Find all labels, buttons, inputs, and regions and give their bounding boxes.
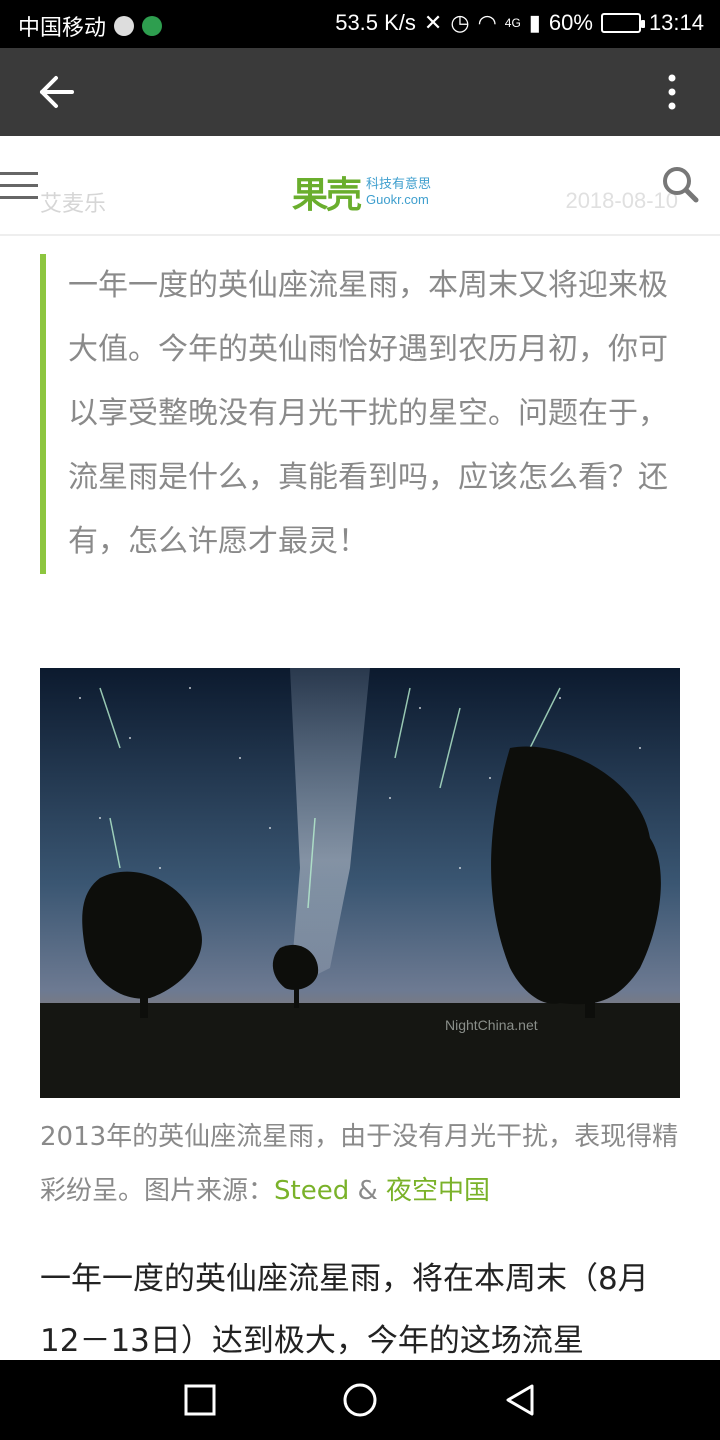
carrier-label: 中国移动 bbox=[18, 15, 107, 40]
app-bar bbox=[0, 48, 720, 136]
more-vert-icon[interactable] bbox=[660, 70, 684, 114]
logo-tagline: 科技有意思 bbox=[366, 177, 432, 192]
status-bar: 中国移动 53.5 K/s ✕ ◷ ◠ 4G ▮ 60% 13:14 bbox=[0, 0, 720, 48]
alarm-icon: ◷ bbox=[450, 10, 470, 35]
notification-icon bbox=[114, 16, 135, 36]
clock: 13:14 bbox=[648, 10, 704, 35]
author-name: 艾麦乐 bbox=[40, 192, 107, 217]
globe-icon bbox=[142, 16, 163, 36]
menu-icon[interactable] bbox=[0, 168, 40, 204]
logo-domain: Guokr.com bbox=[366, 192, 429, 207]
meteor-shower-photo[interactable]: NightChina.net bbox=[40, 668, 680, 1098]
nav-recents-icon[interactable] bbox=[180, 1380, 220, 1420]
logo-main-text: 果壳 bbox=[292, 175, 362, 216]
battery-icon bbox=[600, 13, 645, 33]
nav-home-icon[interactable] bbox=[340, 1380, 380, 1420]
system-nav-bar bbox=[0, 1360, 720, 1440]
wifi-icon: ◠ bbox=[477, 10, 497, 35]
guokr-logo[interactable]: 果壳 科技有意思 Guokr.com bbox=[292, 166, 431, 218]
search-icon[interactable] bbox=[660, 164, 700, 204]
nav-back-icon[interactable] bbox=[500, 1380, 540, 1420]
photo-caption: 2013年的英仙座流星雨，由于没有月光干扰，表现得精彩纷呈。图片来源：Steed… bbox=[40, 1110, 680, 1218]
signal-icon: ▮ bbox=[528, 10, 541, 35]
mute-icon: ✕ bbox=[423, 10, 443, 35]
photo-watermark: NightChina.net bbox=[445, 1017, 538, 1033]
article-body-paragraph: 一年一度的英仙座流星雨，将在本周末（8月12－13日）达到极大，今年的这场流星 bbox=[40, 1261, 649, 1359]
battery-percent: 60% bbox=[548, 10, 593, 35]
article-lead-quote: 一年一度的英仙座流星雨，本周末又将迎来极大值。今年的英仙雨恰好遇到农历月初，你可… bbox=[40, 254, 680, 574]
back-arrow-icon[interactable] bbox=[36, 70, 80, 114]
network-type: 4G bbox=[504, 16, 521, 30]
caption-link-steed[interactable]: Steed bbox=[274, 1176, 349, 1206]
site-header: 艾麦乐 果壳 科技有意思 Guokr.com 2018-08-10 bbox=[0, 136, 720, 236]
caption-amp: & bbox=[349, 1176, 387, 1206]
network-speed: 53.5 K/s bbox=[335, 10, 416, 35]
caption-link-nightchina[interactable]: 夜空中国 bbox=[386, 1176, 490, 1206]
